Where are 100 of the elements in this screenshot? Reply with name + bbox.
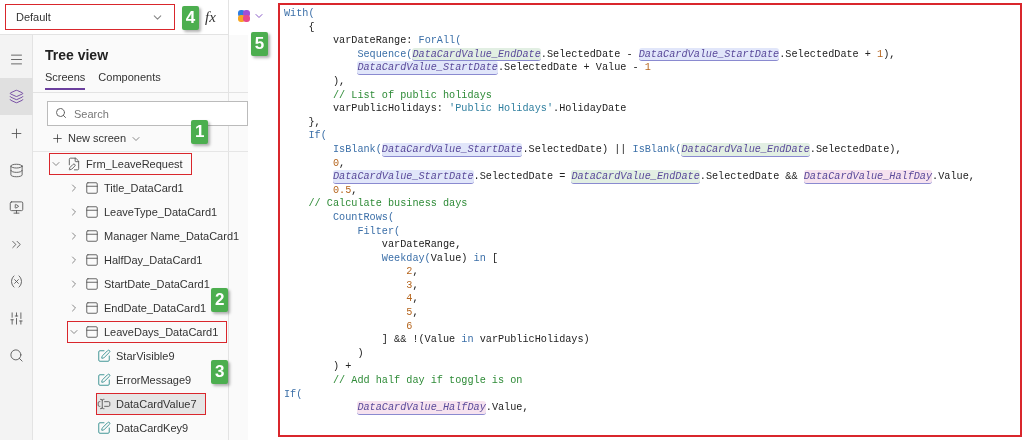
callout-badge: 4	[182, 6, 199, 30]
code-text: varDateRange:	[332, 34, 414, 48]
panel-title: Tree view	[44, 46, 110, 65]
card-icon	[85, 205, 99, 219]
tab[interactable]: Components	[98, 69, 161, 90]
tree-item[interactable]: LeaveDays_DataCard1	[67, 321, 228, 343]
card-icon	[85, 325, 99, 339]
new-screen-button[interactable]: New screen	[51, 130, 143, 147]
tree-item[interactable]: Title_DataCard1	[67, 177, 193, 199]
tree-item[interactable]: Manager Name_DataCard1	[67, 225, 249, 247]
callout-badge: 5	[251, 32, 268, 56]
number-literal: 0.5	[332, 183, 352, 198]
tree-item[interactable]: StarVisible9	[96, 345, 184, 367]
tree-item[interactable]: LeaveType_DataCard1	[67, 201, 227, 223]
code-comment: // Calculate business days	[308, 197, 468, 211]
tree-item[interactable]: DataCardValue7	[96, 393, 206, 415]
code-text: ,	[351, 183, 358, 198]
code-text: .SelectedDate),	[809, 142, 902, 157]
number-literal: 5	[406, 306, 413, 320]
code-text: ,	[412, 292, 419, 307]
number-literal: 1	[877, 47, 884, 62]
code-text: ),	[883, 47, 896, 62]
code-editor[interactable]	[278, 3, 1022, 437]
code-text: .HolidayDate	[553, 102, 627, 116]
card-icon	[85, 229, 99, 243]
function-name: in	[461, 333, 474, 347]
card-icon	[85, 301, 99, 315]
control-reference: DataCardValue_StartDate	[381, 142, 523, 157]
code-text: Value)	[430, 251, 469, 266]
function-name: Filter(	[357, 224, 401, 239]
search-icon	[55, 107, 67, 119]
edit-icon	[97, 421, 111, 435]
property-dropdown[interactable]: Default	[5, 4, 175, 30]
control-reference: DataCardValue_EndDate	[571, 170, 700, 184]
property-value: Default	[16, 9, 51, 25]
text-input-icon	[97, 397, 111, 411]
code-text: )	[357, 346, 364, 361]
function-name: Weekday(	[381, 251, 431, 266]
callout-badge: 1	[191, 120, 209, 144]
function-name: CountRows(	[332, 210, 395, 225]
code-text: .SelectedDate + Value -	[498, 61, 640, 75]
code-text: varPublicHolidays)	[479, 333, 590, 347]
function-name: With(	[284, 7, 315, 21]
card-icon	[85, 277, 99, 291]
code-text: .Value,	[485, 401, 529, 415]
code-text: ) +	[332, 360, 352, 375]
control-reference: DataCardValue_StartDate	[332, 170, 474, 184]
code-text: .Value,	[932, 170, 975, 184]
code-text: .SelectedDate +	[779, 47, 872, 62]
code-text: varPublicHolidays:	[332, 102, 444, 116]
form-edit-icon	[67, 157, 81, 171]
code-text: .SelectedDate) ||	[522, 142, 628, 157]
edit-icon	[97, 373, 111, 387]
function-name: IsBlank(	[632, 142, 682, 157]
code-text: ,	[412, 265, 419, 279]
callout-badge: 3	[211, 360, 229, 384]
function-name: ForAll(	[418, 34, 462, 48]
tree-item[interactable]: HalfDay_DataCard1	[67, 249, 212, 271]
code-comment: // Add half day if toggle is on	[332, 374, 523, 388]
copilot-icon[interactable]	[237, 9, 251, 23]
function-name: in	[473, 251, 486, 266]
function-name: Sequence(	[357, 47, 413, 62]
code-text: },	[308, 115, 321, 130]
callout-badge: 2	[211, 288, 229, 312]
number-literal: 1	[644, 61, 651, 75]
function-name: IsBlank(	[332, 142, 382, 157]
code-text: [	[491, 251, 499, 266]
tree-item[interactable]: DataCardKey9	[96, 417, 198, 439]
search-field[interactable]: Search	[47, 101, 249, 126]
number-literal: 4	[406, 292, 413, 307]
edit-icon	[97, 349, 111, 363]
control-reference: DataCardValue_StartDate	[638, 47, 780, 62]
number-literal: 3	[406, 278, 413, 293]
card-icon	[85, 181, 99, 195]
number-literal: 6	[406, 319, 413, 334]
function-name: If(	[284, 387, 303, 402]
tree-item[interactable]: ErrorMessage9	[96, 369, 201, 391]
formula-label: fx	[205, 7, 216, 27]
code-text: ,	[339, 156, 346, 171]
code-text: varDateRange,	[381, 238, 462, 252]
card-icon	[85, 253, 99, 267]
code-text: ,	[412, 278, 419, 293]
code-text: {	[308, 20, 315, 35]
code-text: .SelectedDate -	[540, 47, 634, 62]
control-reference: DataCardValue_HalfDay	[803, 170, 933, 184]
layers-icon[interactable]	[0, 78, 33, 115]
code-text: ,	[412, 306, 419, 320]
code-text: ] && !(Value	[381, 333, 457, 347]
control-reference: DataCardValue_HalfDay	[357, 401, 486, 415]
code-text: ),	[332, 74, 346, 89]
code-comment: // List of public holidays	[332, 88, 492, 103]
plus-icon	[51, 132, 64, 145]
control-reference: DataCardValue_EndDate	[412, 47, 541, 62]
tab[interactable]: Screens	[45, 69, 86, 90]
control-reference: DataCardValue_StartDate	[357, 61, 498, 75]
tree-item[interactable]: Frm_LeaveRequest	[49, 153, 192, 175]
function-name: If(	[308, 129, 327, 143]
number-literal: 2	[406, 265, 413, 279]
code-text: .SelectedDate &&	[699, 170, 799, 184]
control-reference: DataCardValue_EndDate	[681, 142, 810, 157]
